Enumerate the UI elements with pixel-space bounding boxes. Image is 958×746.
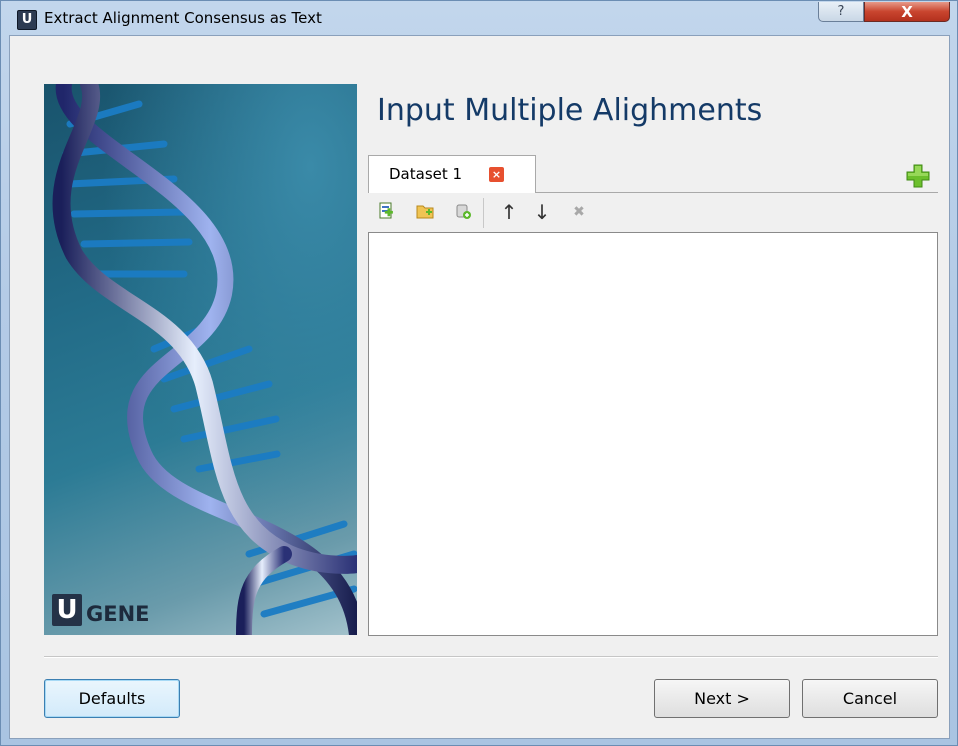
button-area-divider: [44, 656, 938, 658]
dialog-window: U Extract Alignment Consensus as Text ? …: [0, 0, 958, 746]
add-from-db-icon[interactable]: [452, 201, 474, 223]
ugene-logo-mark: U: [52, 594, 82, 626]
move-down-icon[interactable]: ↓: [531, 201, 553, 223]
next-button[interactable]: Next >: [654, 679, 790, 718]
ugene-app-icon: U: [17, 10, 37, 30]
dna-banner-image: U GENE: [44, 84, 357, 635]
title-bar[interactable]: U Extract Alignment Consensus as Text ? …: [1, 1, 957, 35]
toolbar-separator: [483, 198, 484, 228]
tab-bar-divider: [535, 192, 938, 193]
defaults-button[interactable]: Defaults: [44, 679, 180, 718]
tab-close-icon[interactable]: ×: [489, 167, 504, 182]
window-title: Extract Alignment Consensus as Text: [44, 9, 322, 27]
help-button[interactable]: ?: [818, 2, 864, 22]
page-title: Input Multiple Alighments: [377, 93, 763, 128]
move-up-icon[interactable]: ↑: [498, 201, 520, 223]
tab-dataset-1[interactable]: Dataset 1 ×: [368, 155, 536, 193]
plus-icon: [906, 164, 930, 188]
remove-icon[interactable]: ✖: [568, 201, 590, 223]
add-folder-icon[interactable]: [414, 201, 436, 223]
ugene-logo-text: GENE: [86, 602, 150, 626]
close-button[interactable]: X: [864, 2, 950, 22]
dataset-toolbar: ↑ ↓ ✖: [370, 196, 938, 230]
dataset-file-list[interactable]: [368, 232, 938, 636]
cancel-button[interactable]: Cancel: [802, 679, 938, 718]
dna-helix-illustration: [52, 84, 357, 635]
tab-label: Dataset 1: [389, 165, 463, 183]
add-dataset-button[interactable]: [906, 164, 930, 188]
add-file-icon[interactable]: [376, 201, 398, 223]
dialog-client-area: U GENE Input Multiple Alighments Dataset…: [9, 35, 950, 739]
